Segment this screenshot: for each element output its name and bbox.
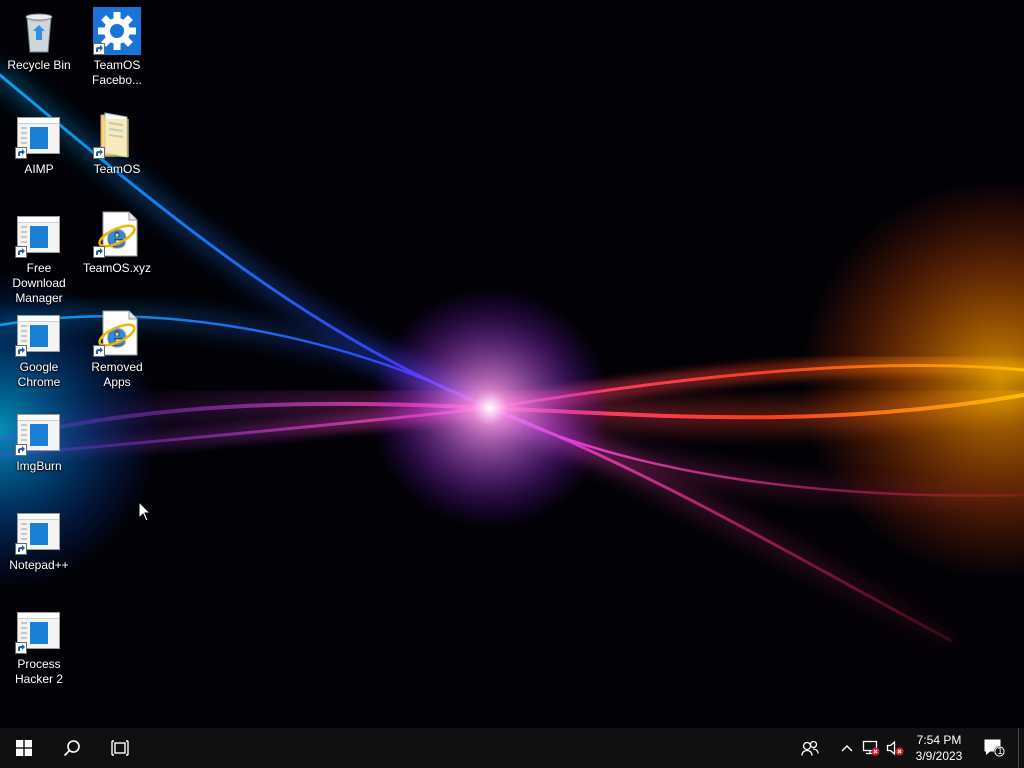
show-desktop-button[interactable] [1018, 728, 1024, 768]
generic-app-icon [15, 606, 63, 654]
recycle-bin-icon [15, 7, 63, 55]
clock-time: 7:54 PM [916, 733, 962, 747]
desktop-icon-label: TeamOS Facebo... [91, 58, 143, 87]
search-button[interactable] [48, 728, 96, 768]
desktop-icon-label: Process Hacker 2 [14, 657, 64, 686]
task-view-button[interactable] [96, 728, 144, 768]
desktop-icon-imgburn[interactable]: ImgBurn [1, 408, 77, 474]
taskbar: 7:54 PM 3/9/2023 1 [0, 728, 1024, 768]
windows-logo-icon [16, 740, 32, 756]
desktop-icon-teamos-folder[interactable]: TeamOS [79, 111, 155, 177]
task-view-icon [111, 740, 129, 756]
desktop-icon-label: TeamOS [93, 162, 141, 176]
shortcut-arrow-icon [15, 147, 27, 159]
show-hidden-icons-button[interactable] [836, 728, 858, 768]
desktop-icon-process-hacker-2[interactable]: Process Hacker 2 [1, 606, 77, 687]
desktop-icon-label: Google Chrome [17, 360, 61, 389]
desktop-icon-label: ImgBurn [16, 459, 62, 473]
desktop-icon-notepad-plus-plus[interactable]: Notepad++ [1, 507, 77, 573]
generic-app-icon [15, 507, 63, 555]
desktop[interactable]: Recycle Bin AIMP Free Download Manager G… [0, 0, 1024, 728]
shortcut-arrow-icon [15, 543, 27, 555]
shortcut-arrow-icon [15, 246, 27, 258]
desktop-icon-label: TeamOS.xyz [82, 261, 151, 275]
shortcut-arrow-icon [15, 345, 27, 357]
desktop-icon-aimp[interactable]: AIMP [1, 111, 77, 177]
desktop-icon-label: AIMP [24, 162, 54, 176]
shortcut-arrow-icon [15, 642, 27, 654]
action-center-button[interactable]: 1 [972, 728, 1016, 768]
desktop-icon-free-download-manager[interactable]: Free Download Manager [1, 210, 77, 306]
mouse-pointer-icon [138, 501, 152, 522]
desktop-icon-label: Removed Apps [91, 360, 143, 389]
settings-gear-icon [93, 7, 141, 55]
shortcut-arrow-icon [15, 444, 27, 456]
internet-explorer-icon: e [93, 210, 141, 258]
network-status-button[interactable] [860, 728, 882, 768]
chevron-up-icon [841, 745, 853, 752]
clock-date: 3/9/2023 [915, 749, 963, 763]
desktop-icon-teamos-xyz[interactable]: e TeamOS.xyz [79, 210, 155, 276]
svg-text:e: e [107, 219, 126, 254]
generic-app-icon [15, 408, 63, 456]
search-icon [63, 740, 80, 757]
svg-text:e: e [107, 318, 126, 353]
volume-button[interactable] [884, 728, 906, 768]
shortcut-arrow-icon [93, 345, 105, 357]
shortcut-arrow-icon [93, 43, 105, 55]
desktop-icon-google-chrome[interactable]: Google Chrome [1, 309, 77, 390]
folder-icon [93, 111, 141, 159]
desktop-icon-label: Free Download Manager [12, 261, 66, 305]
generic-app-icon [15, 111, 63, 159]
desktop-icon-removed-apps[interactable]: e Removed Apps [79, 309, 155, 390]
taskbar-clock[interactable]: 7:54 PM 3/9/2023 [910, 732, 968, 764]
desktop-icon-label: Notepad++ [9, 558, 69, 572]
generic-app-icon [15, 309, 63, 357]
generic-app-icon [15, 210, 63, 258]
desktop-icon-recycle-bin[interactable]: Recycle Bin [1, 7, 77, 73]
people-button[interactable] [788, 728, 832, 768]
desktop-icon-teamos-facebook[interactable]: TeamOS Facebo... [79, 7, 155, 88]
network-disconnected-icon [862, 740, 880, 756]
notification-count-badge: 1 [997, 746, 1003, 756]
volume-muted-icon [886, 740, 904, 756]
desktop-icon-label: Recycle Bin [7, 58, 71, 72]
shortcut-arrow-icon [93, 147, 105, 159]
people-icon [801, 740, 819, 756]
start-button[interactable] [0, 728, 48, 768]
shortcut-arrow-icon [93, 246, 105, 258]
internet-explorer-icon: e [93, 309, 141, 357]
